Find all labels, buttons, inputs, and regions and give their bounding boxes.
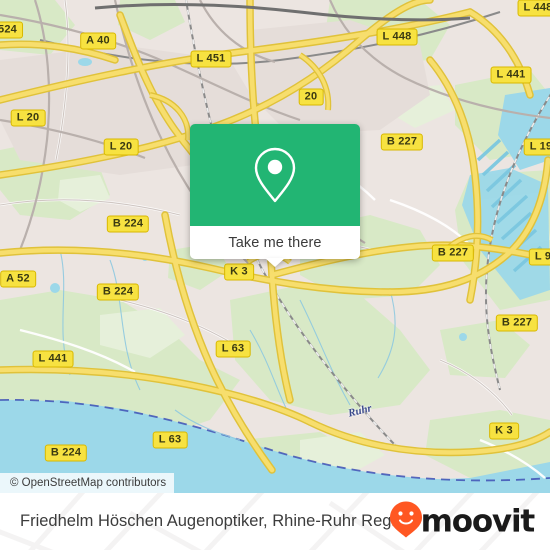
road-shield: A 52	[0, 270, 36, 288]
moovit-logo[interactable]: moovit	[389, 500, 536, 543]
road-shield: B 227	[495, 314, 539, 332]
road-shield: K 3	[489, 422, 519, 440]
popup-footer[interactable]: Take me there	[190, 226, 360, 267]
road-shield: B 224	[44, 444, 88, 462]
map-canvas[interactable]: A 524 A 40 L 451 L 448 L 448 L 441 L 20 20 B 227…	[0, 0, 550, 493]
location-popup-card[interactable]: Take me there	[190, 124, 360, 267]
road-shield: L 20	[10, 109, 46, 127]
road-shield: B 227	[431, 244, 475, 262]
road-shield: L 20	[103, 138, 139, 156]
road-shield: B 224	[106, 215, 150, 233]
page-footer: Friedhelm Höschen Augenoptiker, Rhine-Ru…	[0, 493, 550, 550]
popup-header	[190, 124, 360, 226]
road-shield: B 224	[96, 283, 140, 301]
take-me-there-button[interactable]: Take me there	[228, 235, 321, 251]
road-shield: A 524	[0, 21, 23, 39]
road-shield: L 448	[376, 28, 418, 46]
osm-attribution[interactable]: © OpenStreetMap contributors	[0, 473, 175, 493]
road-shield: L 9	[528, 248, 550, 266]
road-shield: L 19	[523, 138, 550, 156]
road-shield: L 451	[190, 50, 232, 68]
road-shield: 20	[298, 88, 324, 106]
moovit-wordmark: moovit	[420, 503, 536, 539]
place-title: Friedhelm Höschen Augenoptiker, Rhine-Ru…	[20, 512, 414, 530]
road-shield: K 3	[224, 263, 254, 281]
moovit-pin-smiley-icon	[389, 500, 423, 543]
road-shield: L 448	[517, 0, 550, 17]
popup-pointer-tail	[265, 258, 285, 267]
road-shield: L 441	[32, 350, 74, 368]
road-shield: L 441	[490, 66, 532, 84]
osm-attribution-text: © OpenStreetMap contributors	[10, 477, 167, 489]
road-shield: L 63	[152, 431, 188, 449]
moovit-map-screenshot: A 524 A 40 L 451 L 448 L 448 L 441 L 20 20 B 227…	[0, 0, 550, 550]
road-shield: A 40	[80, 32, 116, 50]
road-shield: B 227	[380, 133, 424, 151]
road-shield: L 63	[215, 340, 251, 358]
map-pin-icon	[252, 146, 298, 204]
